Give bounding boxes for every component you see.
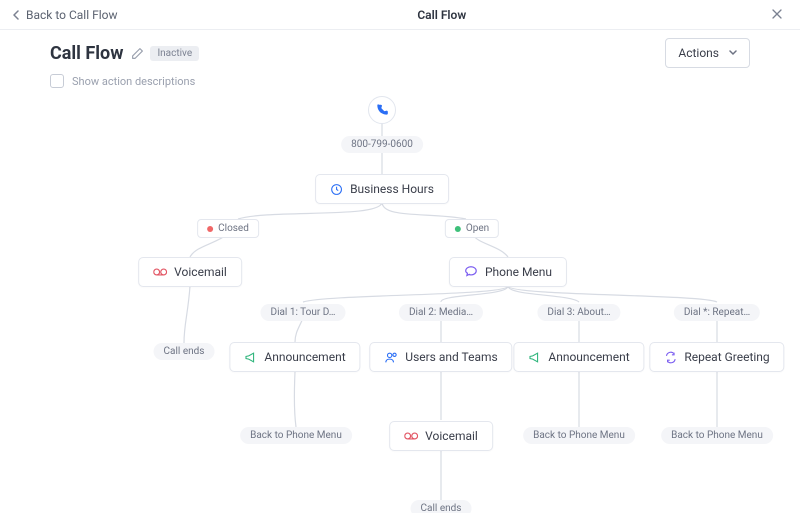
branch-open: Open <box>445 219 499 238</box>
page-title: Call Flow <box>118 8 766 22</box>
clock-icon <box>330 183 343 196</box>
repeat-icon <box>664 351 677 364</box>
megaphone-icon <box>244 351 257 364</box>
node-phone-menu[interactable]: Phone Menu <box>449 257 567 287</box>
node-label: Users and Teams <box>405 350 497 364</box>
caret-down-icon <box>729 50 737 56</box>
node-business-hours[interactable]: Business Hours <box>315 174 449 204</box>
show-descriptions-label: Show action descriptions <box>72 75 195 88</box>
phone-menu-icon <box>464 265 478 279</box>
terminal-call-ends: Call ends <box>154 343 215 360</box>
dial-star-pill: Dial *: Repeat… <box>674 304 760 321</box>
node-repeat-greeting[interactable]: Repeat Greeting <box>649 342 784 372</box>
phone-number-pill: 800-799-0600 <box>341 136 423 153</box>
actions-dropdown[interactable]: Actions <box>665 38 750 68</box>
terminal-call-ends-2: Call ends <box>411 500 472 513</box>
node-label: Business Hours <box>350 182 434 196</box>
close-button[interactable] <box>766 6 788 24</box>
close-icon <box>772 9 782 19</box>
dial-3-pill: Dial 3: About… <box>537 304 620 321</box>
status-badge: Inactive <box>150 46 199 61</box>
node-label: Phone Menu <box>485 265 552 279</box>
terminal-back-1: Back to Phone Menu <box>240 427 352 444</box>
dial-2-pill: Dial 2: Media… <box>399 304 483 321</box>
node-voicemail-2[interactable]: Voicemail <box>389 421 493 451</box>
show-descriptions-checkbox[interactable] <box>50 74 64 88</box>
dial-1-pill: Dial 1: Tour D… <box>261 304 346 321</box>
node-label: Voicemail <box>174 265 227 279</box>
actions-label: Actions <box>678 46 719 60</box>
node-label: Announcement <box>548 350 629 364</box>
start-node[interactable] <box>368 96 396 124</box>
phone-icon <box>375 103 389 117</box>
node-label: Announcement <box>264 350 345 364</box>
arrow-left-icon <box>12 10 22 20</box>
voicemail-icon <box>153 267 167 277</box>
back-link[interactable]: Back to Call Flow <box>12 8 118 22</box>
voicemail-icon <box>404 431 418 441</box>
node-label: Repeat Greeting <box>684 350 769 364</box>
flow-title: Call Flow <box>50 43 123 64</box>
node-label: Voicemail <box>425 429 478 443</box>
node-users-teams[interactable]: Users and Teams <box>369 342 512 372</box>
status-dot-open <box>455 226 461 232</box>
terminal-back-3: Back to Phone Menu <box>661 427 773 444</box>
node-announcement-2[interactable]: Announcement <box>513 342 644 372</box>
branch-closed: Closed <box>197 219 259 238</box>
back-label: Back to Call Flow <box>26 8 118 22</box>
status-dot-closed <box>207 226 213 232</box>
terminal-back-2: Back to Phone Menu <box>523 427 635 444</box>
users-icon <box>384 351 398 364</box>
megaphone-icon <box>528 351 541 364</box>
node-voicemail[interactable]: Voicemail <box>138 257 242 287</box>
pencil-icon[interactable] <box>131 47 144 60</box>
node-announcement-1[interactable]: Announcement <box>229 342 360 372</box>
